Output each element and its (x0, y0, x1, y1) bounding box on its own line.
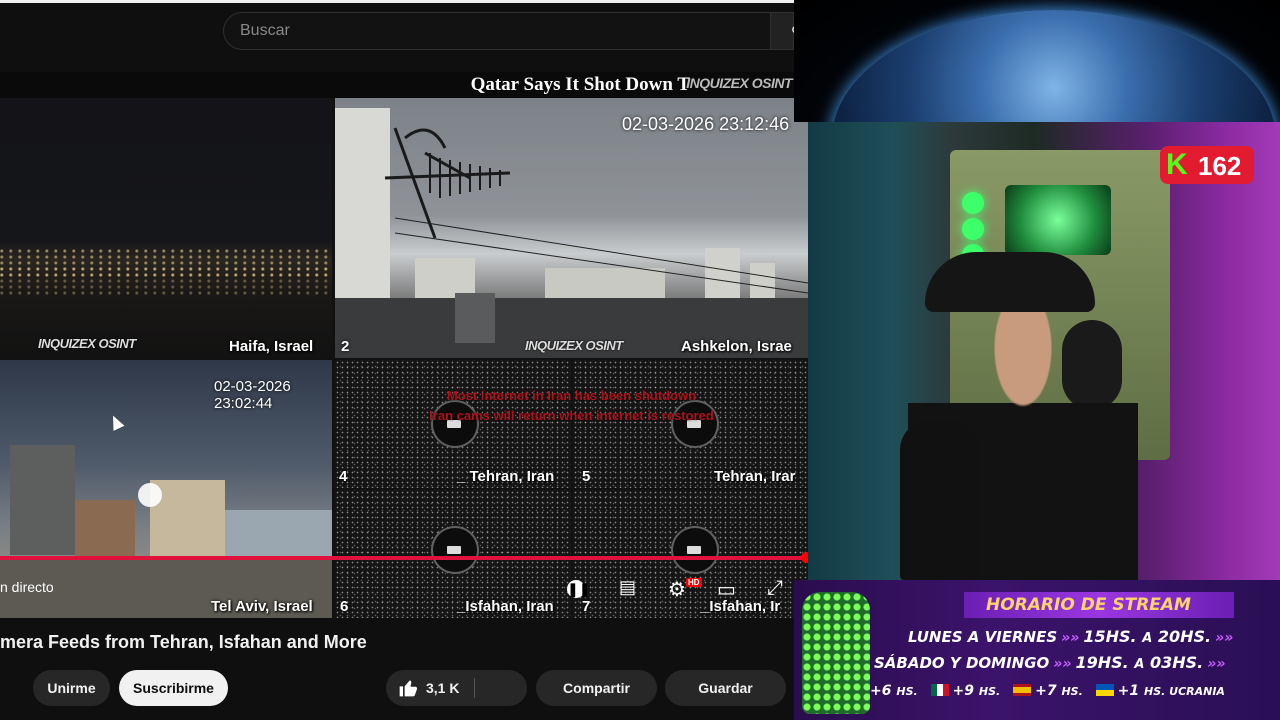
video-title: mera Feeds from Tehran, Isfahan and More (0, 632, 367, 652)
kick-logo-icon: K (1166, 148, 1188, 181)
theater-mode-icon[interactable]: ▭ (717, 577, 736, 602)
ticker-logo: INQUIZEX OSINT (686, 75, 792, 91)
schedule-to: 20HS. (1157, 627, 1212, 646)
microphone (900, 420, 978, 580)
notice-line-2: Iran cams will return when internet is r… (429, 408, 714, 423)
video-player[interactable]: INQUIZEX OSINT Haifa, Israel 02-03-2026 … (0, 98, 808, 618)
double-chevron-icon: »» (1207, 656, 1226, 672)
city-lights (0, 266, 332, 296)
timezone-unit: HS. UCRANIA (1144, 685, 1225, 698)
schedule-from: 19HS. (1075, 653, 1129, 672)
camera-label: Tehran, Irar (714, 468, 796, 485)
timestamp: 02-03-2026 23:02:44 (214, 378, 291, 412)
subtitles-icon[interactable]: ▤ (619, 577, 636, 598)
timezone-unit: HS. (896, 685, 918, 698)
ukraine-flag-icon (1095, 684, 1114, 696)
double-chevron-icon: »» (1061, 630, 1080, 646)
camera-label: _Isfahan, Iran (457, 598, 554, 615)
cactus-mascot (802, 592, 870, 714)
divider (474, 678, 475, 698)
timestamp: 02-03-2026 23:12:46 (622, 114, 790, 134)
camera-number: 6 (340, 598, 349, 615)
join-button[interactable]: Unirme (33, 670, 110, 706)
search-button[interactable]: ⚲ (770, 12, 801, 50)
schedule-days: SÁBADO Y DOMINGO (874, 654, 1050, 672)
camera-feed-isfahan-1: 6 _Isfahan, Iran (335, 490, 571, 618)
search-input[interactable] (224, 13, 760, 49)
subscribe-button[interactable]: Suscribirme (119, 670, 228, 706)
schedule-row-weekend: SÁBADO Y DOMINGO»» 19HS. A 03HS.»» (874, 653, 1229, 672)
rooftop-scene (335, 108, 808, 358)
watermark: INQUIZEX OSINT (38, 336, 136, 351)
camera-label: _Isfahan, Ir (701, 598, 781, 615)
camera-label: Ashkelon, Israe (681, 338, 792, 355)
double-chevron-icon: »» (1215, 630, 1234, 646)
fullscreen-icon[interactable]: ⤢ (767, 577, 783, 600)
like-icon[interactable] (398, 678, 418, 698)
live-label[interactable]: n directo (0, 579, 54, 595)
ticker-text: Qatar Says It Shot Down T (470, 74, 690, 95)
schedule-days: LUNES A VIERNES (908, 628, 1058, 646)
watermark: INQUIZEX OSINT (525, 338, 623, 353)
timezone-offset: +9 (952, 683, 975, 699)
camera-feed-ashkelon: 02-03-2026 23:12:46 INQUIZEX OSINT 2 Ash… (335, 98, 808, 358)
camera-number: 7 (582, 598, 591, 615)
spain-flag-icon (1013, 684, 1032, 696)
schedule-row-weekdays: LUNES A VIERNES»» 15HS. A 20HS.»» (908, 627, 1237, 646)
camera-label: _ Tehran, Iran (457, 468, 555, 485)
camera-lens-icon (671, 526, 719, 574)
schedule-to-word: A (1134, 657, 1145, 672)
notice-line-1: Most internet in Iran has been shutdown (446, 388, 697, 403)
green-light (962, 218, 984, 240)
search-box[interactable] (223, 12, 771, 50)
viewer-count: 162 (1198, 151, 1242, 181)
double-chevron-icon: »» (1053, 656, 1072, 672)
mexico-flag-icon (930, 684, 949, 696)
camera-lens-icon (431, 526, 479, 574)
like-count: 3,1 K (426, 680, 460, 696)
camera-number: 5 (582, 468, 591, 485)
kick-viewer-badge: K 162 (1160, 146, 1254, 184)
pause-icon[interactable]: ❚❚ (567, 580, 590, 598)
camera-feed-haifa: INQUIZEX OSINT Haifa, Israel (0, 98, 332, 358)
green-light (962, 192, 984, 214)
timezone-offset: +7 (1035, 683, 1057, 699)
schedule-to-word: A (1142, 631, 1153, 646)
timezone-unit: HS. (978, 685, 1001, 698)
camera-number: 2 (341, 338, 350, 355)
schedule-title: HORARIO DE STREAM (986, 595, 1191, 615)
timezone-unit: HS. (1061, 685, 1083, 698)
settings-icon[interactable]: ⚙ (668, 577, 686, 602)
hd-badge: HD (686, 578, 702, 587)
schedule-from: 15HS. (1083, 627, 1137, 646)
news-ticker: Qatar Says It Shot Down T INQUIZEX OSINT (0, 72, 794, 98)
camera-label: Haifa, Israel (229, 338, 314, 355)
cap (925, 252, 1095, 312)
camera-number: 4 (339, 468, 348, 485)
header-top-line (0, 0, 794, 3)
save-button[interactable]: Guardar (665, 670, 786, 706)
camera-label: Tel Aviv, Israel (211, 598, 313, 615)
schedule-to: 03HS. (1149, 653, 1204, 672)
timezone-offset: +6 (870, 683, 892, 699)
timezone-offset: +1 (1117, 683, 1140, 699)
progress-bar[interactable] (0, 556, 808, 560)
timezone-row: +6 HS. +9 HS. +7 HS. +1 HS. UCRANIA (870, 683, 1225, 699)
internet-shutdown-notice: Most internet in Iran has been shutdown … (335, 386, 808, 426)
share-button[interactable]: Compartir (536, 670, 657, 706)
radar-screen (1005, 185, 1111, 255)
